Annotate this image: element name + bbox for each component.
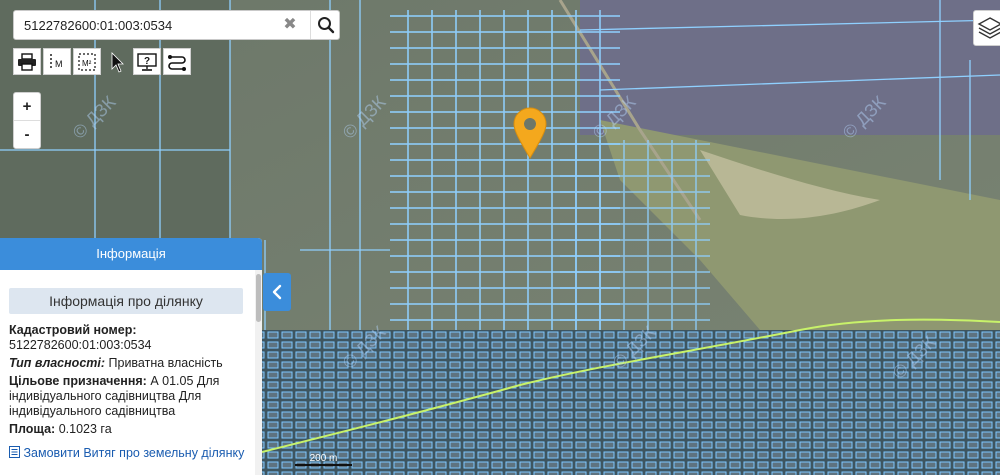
purpose-label: Цільове призначення: — [9, 374, 147, 388]
ownership-type-value: Приватна власність — [108, 356, 223, 370]
layers-button[interactable] — [973, 10, 1000, 46]
search-button[interactable] — [312, 11, 340, 39]
parcel-attributes: Кадастровий номер: 5122782600:01:003:053… — [9, 323, 255, 437]
info-monitor-icon: ? — [137, 52, 157, 71]
svg-text:?: ? — [144, 56, 150, 67]
document-icon — [9, 446, 20, 458]
collapse-panel-button[interactable] — [263, 273, 291, 311]
scrollbar-thumb[interactable] — [256, 274, 261, 322]
route-icon — [168, 54, 186, 71]
zoom-out-button[interactable]: - — [14, 121, 40, 148]
info-panel-scrollbar[interactable] — [255, 270, 262, 475]
cadastral-number-label: Кадастровий номер: — [9, 323, 137, 337]
parcel-info-title: Інформація про ділянку — [9, 288, 243, 314]
measure-distance-button[interactable]: M — [43, 48, 71, 75]
print-button[interactable] — [13, 48, 41, 75]
info-panel-header: Інформація — [0, 238, 262, 270]
measure-area-label: M² — [82, 59, 92, 68]
info-panel: Інформація Інформація про ділянку Кадаст… — [0, 238, 262, 475]
zoom-control: + - — [13, 92, 41, 149]
map-toolbar: M M² ? — [13, 48, 193, 75]
order-extract-link[interactable]: Замовити Витяг про земельну ділянку — [9, 446, 255, 460]
search-divider — [310, 11, 311, 39]
layers-icon — [977, 17, 1000, 39]
measure-area-button[interactable]: M² — [73, 48, 101, 75]
scale-bar — [295, 464, 352, 466]
area-label: Площа: — [9, 422, 56, 436]
cadastral-search-box: ✖ — [13, 10, 340, 40]
clear-icon[interactable]: ✖ — [280, 15, 300, 35]
scale-label: 200 m — [309, 453, 338, 464]
cadastral-search-input[interactable] — [24, 11, 279, 39]
order-extract-link-text[interactable]: Замовити Витяг про земельну ділянку — [23, 446, 244, 460]
field-east-purple — [580, 0, 1000, 135]
route-tool-button[interactable] — [163, 48, 191, 75]
map-scale: 200 m — [295, 453, 352, 467]
measure-distance-icon: M — [50, 53, 63, 70]
cursor-arrow-icon — [111, 51, 124, 73]
measure-area-icon: M² — [78, 52, 96, 71]
ownership-type-label: Тип власності: — [9, 356, 106, 370]
info-panel-body: Інформація про ділянку Кадастровий номер… — [0, 270, 255, 475]
info-tool-button[interactable]: ? — [133, 48, 161, 75]
chevron-left-icon — [272, 284, 282, 300]
area-value: 0.1023 га — [58, 422, 112, 436]
printer-icon — [18, 52, 36, 71]
search-icon — [318, 17, 335, 34]
measure-distance-label: M — [55, 59, 63, 69]
select-tool-button[interactable] — [103, 48, 131, 75]
zoom-in-button[interactable]: + — [14, 93, 40, 121]
cadastral-number-value: 5122782600:01:003:0534 — [9, 338, 152, 352]
